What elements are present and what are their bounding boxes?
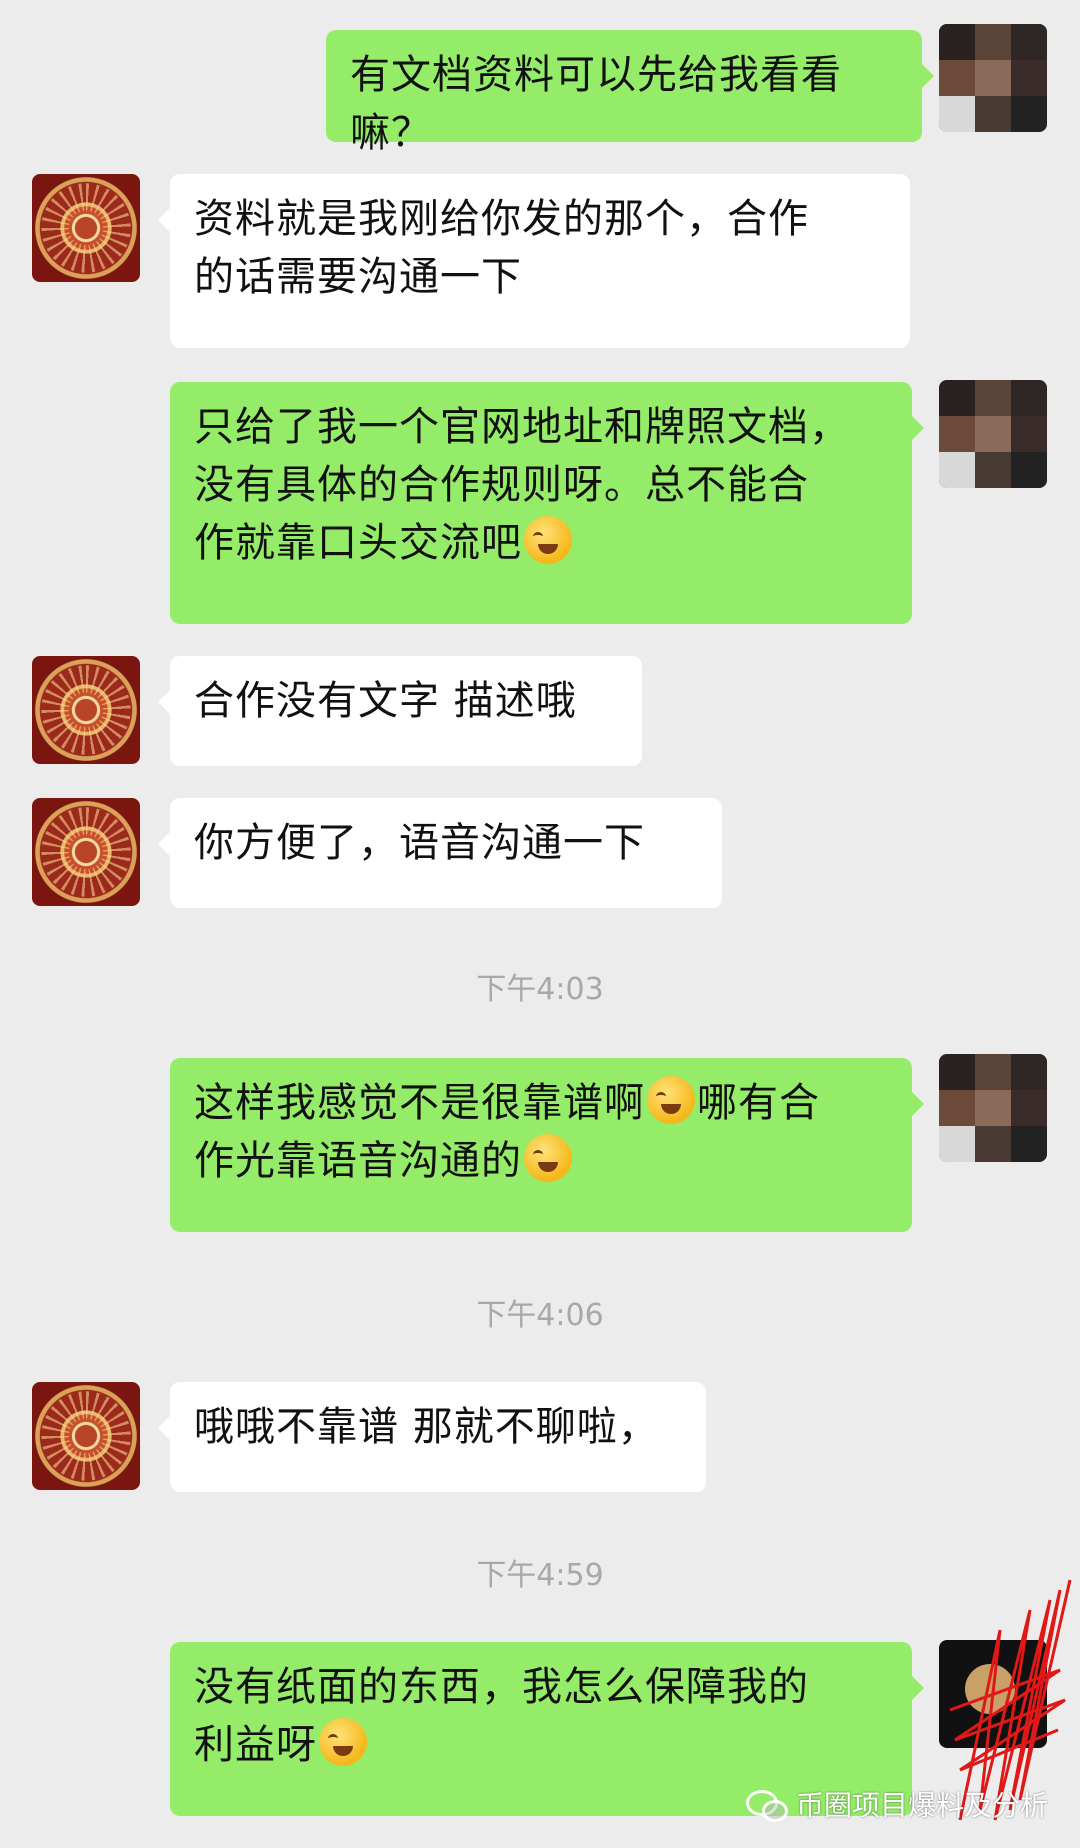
- timestamp: 下午4:03: [476, 972, 604, 1007]
- watermark: 币圈项目爆料及分析: [745, 1784, 1048, 1824]
- message-bubble-other[interactable]: 资料就是我刚给你发的那个，合作 的话需要沟通一下: [158, 174, 910, 348]
- message-text: 哦哦不靠谱 那就不聊啦，: [194, 1404, 659, 1450]
- contact-avatar[interactable]: [32, 174, 140, 282]
- contact-avatar[interactable]: [32, 656, 140, 764]
- message-text: 资料就是我刚给你发的那个，合作: [194, 196, 809, 242]
- self-avatar[interactable]: [939, 380, 1047, 488]
- contact-avatar[interactable]: [32, 1382, 140, 1490]
- facepalm-emoji-icon: [524, 516, 572, 564]
- message-text: 合作没有文字 描述哦: [194, 678, 577, 724]
- message-text: 只给了我一个官网地址和牌照文档，: [194, 404, 850, 450]
- facepalm-emoji-icon: [647, 1076, 695, 1124]
- timestamp: 下午4:06: [476, 1298, 604, 1333]
- timestamp: 下午4:59: [476, 1558, 604, 1593]
- message-text: 这样我感觉不是很靠谱啊: [194, 1080, 645, 1126]
- message-text: 的话需要沟通一下: [194, 254, 522, 300]
- self-avatar[interactable]: [939, 24, 1047, 132]
- watermark-text: 币圈项目爆料及分析: [795, 1789, 1048, 1822]
- message-text: 作就靠口头交流吧: [194, 520, 522, 566]
- message-text: 有文档资料可以先给我看看嘛？: [350, 52, 842, 156]
- message-bubble-self[interactable]: 这样我感觉不是很靠谱啊 哪有合 作光靠语音沟通的: [170, 1058, 924, 1232]
- message-text: 没有具体的合作规则呀。总不能合: [194, 462, 809, 508]
- message-text: 没有纸面的东西，我怎么保障我的: [194, 1664, 809, 1710]
- wechat-icon: [745, 1788, 788, 1822]
- message-text: 哪有合: [697, 1080, 820, 1126]
- message-bubble-other[interactable]: 哦哦不靠谱 那就不聊啦，: [158, 1382, 706, 1492]
- message-text: 你方便了，语音沟通一下: [194, 820, 645, 866]
- message-text: 作光靠语音沟通的: [194, 1138, 522, 1184]
- chat-window: 有文档资料可以先给我看看嘛？ 资料就是我刚给你发的那个，合作 的话需要沟通一下 …: [0, 0, 1080, 1848]
- message-bubble-other[interactable]: 合作没有文字 描述哦: [158, 656, 642, 766]
- contact-avatar[interactable]: [32, 798, 140, 906]
- message-text: 利益呀: [194, 1722, 317, 1768]
- facepalm-emoji-icon: [524, 1134, 572, 1182]
- message-bubble-other[interactable]: 你方便了，语音沟通一下: [158, 798, 722, 908]
- self-avatar[interactable]: [939, 1054, 1047, 1162]
- message-bubble-self[interactable]: 有文档资料可以先给我看看嘛？: [326, 30, 934, 156]
- message-bubble-self[interactable]: 只给了我一个官网地址和牌照文档， 没有具体的合作规则呀。总不能合 作就靠口头交流…: [170, 382, 924, 624]
- facepalm-emoji-icon: [319, 1718, 367, 1766]
